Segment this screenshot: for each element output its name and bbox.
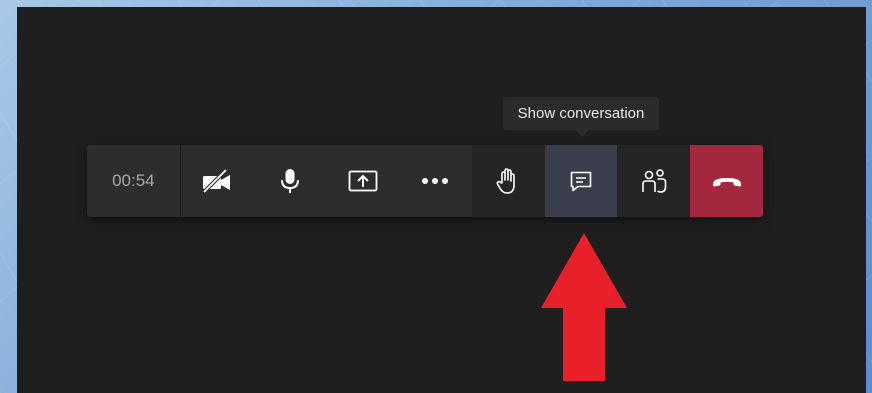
tooltip-pointer (575, 130, 589, 137)
camera-toggle-button[interactable] (181, 145, 254, 217)
participants-icon (640, 167, 668, 195)
hang-up-button[interactable] (690, 145, 763, 217)
hang-up-icon (710, 173, 744, 189)
desktop-background: Show conversation 00:54 (0, 0, 872, 393)
microphone-icon (278, 167, 302, 195)
show-conversation-button[interactable] (544, 145, 618, 217)
chat-bubble-icon (568, 168, 594, 194)
share-screen-button[interactable] (326, 145, 399, 217)
microphone-toggle-button[interactable] (254, 145, 327, 217)
tooltip-show-conversation: Show conversation (503, 97, 659, 130)
camera-off-icon (200, 169, 234, 193)
call-timer: 00:54 (87, 145, 181, 217)
share-screen-icon (347, 168, 379, 194)
red-annotation-arrow (541, 233, 627, 381)
raise-hand-icon (495, 166, 521, 196)
more-actions-icon (420, 176, 450, 186)
call-controls-toolbar: 00:54 (87, 145, 763, 217)
show-participants-button[interactable] (617, 145, 691, 217)
raise-hand-button[interactable] (471, 145, 545, 217)
more-actions-button[interactable] (399, 145, 472, 217)
